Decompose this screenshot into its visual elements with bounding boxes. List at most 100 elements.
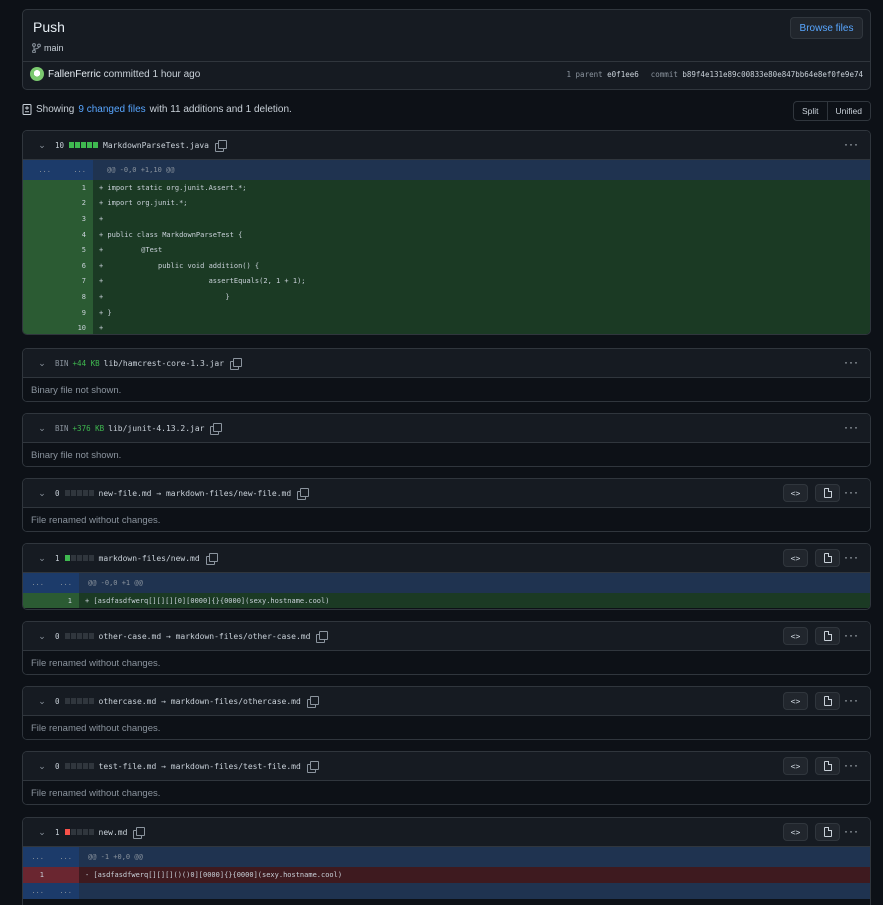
hunk-header[interactable]: ... ... @@ -0,0 +1 @@ xyxy=(23,573,870,593)
hunk-header[interactable]: ... ... @@ -1 +0,0 @@ xyxy=(23,847,870,867)
kebab-horizontal-icon[interactable]: ··· xyxy=(844,825,859,837)
file-name[interactable]: new.md xyxy=(99,828,128,837)
branch-indicator[interactable]: main xyxy=(32,43,64,53)
file-message: File renamed without changes. xyxy=(23,781,870,804)
file-name[interactable]: othercase.md → markdown-files/othercase.… xyxy=(99,697,301,706)
line-code: + public void addition() { xyxy=(99,261,260,270)
copy-icon[interactable] xyxy=(316,630,329,643)
line-number[interactable]: 8 xyxy=(58,289,93,305)
diffstat-blocks xyxy=(64,763,94,769)
browse-files-button[interactable]: Browse files xyxy=(790,17,863,39)
copy-icon[interactable] xyxy=(210,422,223,435)
binary-size: +44 KB xyxy=(72,358,100,368)
chevron-down-icon[interactable]: ⌄ xyxy=(37,140,47,150)
kebab-horizontal-icon[interactable]: ··· xyxy=(844,421,859,433)
kebab-horizontal-icon[interactable]: ··· xyxy=(844,694,859,706)
hunk-text: @@ -0,0 +1,10 @@ xyxy=(107,166,175,174)
chevron-down-icon[interactable]: ⌄ xyxy=(37,631,47,641)
chevron-down-icon[interactable]: ⌄ xyxy=(37,761,47,771)
file-message: File renamed without changes. xyxy=(23,651,870,674)
diff-line: 1 + import static org.junit.Assert.*; xyxy=(23,180,870,196)
copy-icon[interactable] xyxy=(215,139,227,152)
parent-sha[interactable]: e0f1ee6 xyxy=(607,70,639,79)
file-name[interactable]: other-case.md → markdown-files/other-cas… xyxy=(99,632,311,641)
copy-icon[interactable] xyxy=(306,695,319,708)
hunk-expand-left[interactable]: ... xyxy=(23,847,51,867)
kebab-horizontal-icon[interactable]: ··· xyxy=(844,551,859,563)
hunk-expand-right[interactable]: ... xyxy=(58,160,93,180)
line-number[interactable]: 7 xyxy=(58,273,93,290)
kebab-horizontal-icon[interactable]: ··· xyxy=(844,759,859,771)
code-icon[interactable]: <> xyxy=(783,627,808,645)
code-icon[interactable]: <> xyxy=(783,484,808,502)
chevron-down-icon[interactable]: ⌄ xyxy=(37,553,47,563)
code-icon[interactable]: <> xyxy=(783,823,808,841)
line-number[interactable]: 10 xyxy=(58,320,93,334)
line-number[interactable]: 2 xyxy=(58,195,93,212)
line-number[interactable]: 1 xyxy=(58,180,93,196)
hunk-expand-right[interactable]: ... xyxy=(51,573,79,593)
code-icon[interactable]: <> xyxy=(783,692,808,710)
hunk-expand-left[interactable]: ... xyxy=(23,883,51,899)
summary-stats: with 11 additions and 1 deletion. xyxy=(149,104,292,115)
line-number[interactable]: 6 xyxy=(58,257,93,274)
chevron-down-icon[interactable]: ⌄ xyxy=(37,488,47,498)
line-code: + assertEquals(2, 1 + 1); xyxy=(99,277,306,286)
line-number[interactable]: 1 xyxy=(23,867,51,883)
kebab-horizontal-icon[interactable]: ··· xyxy=(844,486,859,498)
line-number[interactable]: 1 xyxy=(51,593,79,608)
file-message: File renamed without changes. xyxy=(23,508,870,531)
file-header: ⌄ 1 markdown-files/new.md <> ··· xyxy=(23,544,870,573)
line-number[interactable]: 3 xyxy=(58,211,93,227)
file-diff-junit: ⌄ BIN +376 KB lib/junit-4.13.2.jar ··· B… xyxy=(22,413,871,467)
file-name[interactable]: new-file.md → markdown-files/new-file.md xyxy=(99,489,292,498)
changed-files-link[interactable]: 9 changed files xyxy=(78,104,145,115)
line-code: + } xyxy=(99,308,112,317)
file-icon[interactable] xyxy=(815,627,840,645)
kebab-horizontal-icon[interactable]: ··· xyxy=(844,356,859,368)
hunk-expand-right[interactable]: ... xyxy=(51,847,79,867)
file-name[interactable]: lib/hamcrest-core-1.3.jar xyxy=(104,359,224,368)
copy-icon[interactable] xyxy=(133,826,146,839)
hunk-expand-left[interactable]: ... xyxy=(23,160,58,180)
diff-view-toggle: Split Unified xyxy=(792,101,871,121)
file-icon[interactable] xyxy=(815,823,840,841)
chevron-down-icon[interactable]: ⌄ xyxy=(37,358,47,368)
line-number[interactable]: 5 xyxy=(58,242,93,258)
change-count: 10 xyxy=(55,140,65,150)
file-name[interactable]: MarkdownParseTest.java xyxy=(103,141,209,150)
code-icon[interactable]: <> xyxy=(783,757,808,775)
commit-title-area: Push main Browse files xyxy=(23,10,870,62)
copy-icon[interactable] xyxy=(306,760,319,773)
line-code: + import static org.junit.Assert.*; xyxy=(99,183,247,192)
hunk-footer[interactable]: ... ... xyxy=(23,883,870,899)
file-icon[interactable] xyxy=(815,484,840,502)
author-name[interactable]: FallenFerric xyxy=(48,69,101,80)
chevron-down-icon[interactable]: ⌄ xyxy=(37,827,47,837)
line-number[interactable]: 4 xyxy=(58,226,93,243)
avatar[interactable] xyxy=(30,67,44,81)
hunk-expand-left[interactable]: ... xyxy=(23,573,51,593)
file-diff-new-md: ⌄ 1 new.md <> ··· ... ... @@ -1 +0,0 @@ … xyxy=(22,817,871,905)
file-icon[interactable] xyxy=(815,549,840,567)
file-icon[interactable] xyxy=(815,757,840,775)
hunk-expand-right[interactable]: ... xyxy=(51,883,79,899)
unified-view-button[interactable]: Unified xyxy=(826,102,870,120)
file-name[interactable]: lib/junit-4.13.2.jar xyxy=(108,424,204,433)
file-name[interactable]: test-file.md → markdown-files/test-file.… xyxy=(99,762,301,771)
copy-icon[interactable] xyxy=(205,552,218,565)
line-code: - [asdfasdfwerq[][][]()()0][0000]{}{0000… xyxy=(85,871,343,879)
split-view-button[interactable]: Split xyxy=(794,102,827,120)
copy-icon[interactable] xyxy=(230,357,243,370)
code-icon[interactable]: <> xyxy=(783,549,808,567)
file-icon[interactable] xyxy=(815,692,840,710)
chevron-down-icon[interactable]: ⌄ xyxy=(37,696,47,706)
line-code: + xyxy=(99,214,104,223)
kebab-horizontal-icon[interactable]: ··· xyxy=(844,629,859,641)
copy-icon[interactable] xyxy=(297,487,310,500)
line-number[interactable]: 9 xyxy=(58,304,93,321)
kebab-horizontal-icon[interactable]: ··· xyxy=(844,138,859,150)
file-name[interactable]: markdown-files/new.md xyxy=(99,554,200,563)
hunk-header[interactable]: ... ... @@ -0,0 +1,10 @@ xyxy=(23,160,870,180)
chevron-down-icon[interactable]: ⌄ xyxy=(37,423,47,433)
